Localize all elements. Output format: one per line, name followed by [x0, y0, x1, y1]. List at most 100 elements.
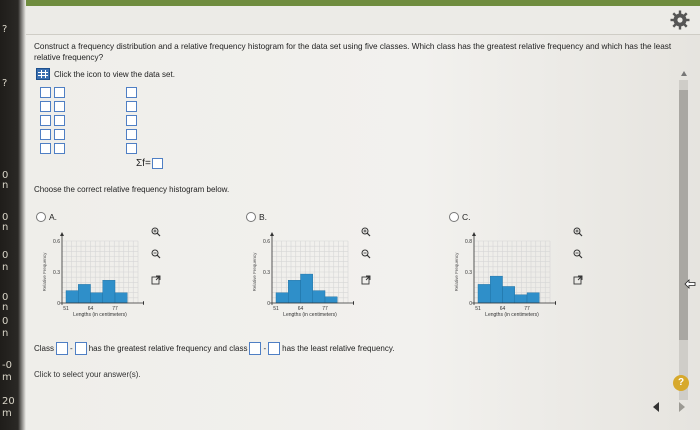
screen: ?? 0 n 0 n 0 n 0 n 0 n -0 m 20 m Construct a frequency…: [0, 0, 700, 430]
choose-prompt: Choose the correct relative frequency hi…: [34, 185, 230, 194]
mouse-cursor-icon: [684, 279, 696, 289]
click-to-select-hint: Click to select your answer(s).: [34, 370, 141, 379]
help-button[interactable]: ?: [673, 375, 689, 391]
option-b-radio[interactable]: [246, 212, 256, 222]
x-tick-label: 51: [475, 306, 481, 312]
option-c[interactable]: C.: [449, 212, 471, 222]
background-char: n: [2, 262, 9, 273]
answer-middle: has the greatest relative frequency and …: [88, 344, 248, 353]
sigma-input[interactable]: [151, 158, 163, 169]
answer-suffix: has the least relative frequency.: [282, 344, 395, 353]
upper-limit-input[interactable]: [54, 143, 65, 154]
upper-limit-input[interactable]: [54, 101, 65, 112]
frequency-input[interactable]: [126, 143, 137, 154]
histogram-bar: [288, 280, 301, 304]
prev-arrow-icon: [653, 402, 659, 412]
histogram-bar: [90, 292, 103, 304]
scroll-up-icon[interactable]: [680, 70, 688, 78]
option-a-radio[interactable]: [36, 212, 46, 222]
background-char: ?: [2, 24, 8, 35]
zoom-in-icon[interactable]: [151, 227, 161, 237]
histogram-bar: [477, 284, 491, 304]
scrollbar-thumb[interactable]: [679, 90, 688, 340]
y-axis-arrow-icon: [472, 232, 476, 236]
histogram-bar: [275, 292, 289, 304]
y-axis-arrow-icon: [270, 232, 274, 236]
external-link-icon[interactable]: [361, 275, 371, 285]
background-char: ?: [2, 78, 8, 89]
question-text: Construct a frequency distribution and a…: [34, 42, 672, 62]
frequency-input[interactable]: [126, 129, 137, 140]
x-axis-label: Lengths (in centimeters): [73, 312, 127, 318]
upper-limit-input[interactable]: [54, 129, 65, 140]
background-char: m: [2, 372, 12, 383]
question-panel: Construct a frequency distribution and a…: [26, 35, 676, 430]
zoom-out-icon[interactable]: [151, 249, 161, 259]
sigma-row: Σf=: [136, 158, 163, 169]
x-tick-label: 51: [63, 306, 69, 312]
histogram-bar: [78, 284, 91, 304]
background-char: m: [2, 408, 12, 419]
dataset-link[interactable]: Click the icon to view the data set.: [54, 70, 175, 79]
answer-row: Class - has the greatest relative freque…: [34, 342, 395, 355]
greatest-class-upper-input[interactable]: [74, 342, 87, 355]
histogram-b: 0.60.3051 64 77Lengths (in centimeters)Rel…: [252, 232, 354, 318]
data-table-icon[interactable]: [36, 68, 50, 80]
nav-arrows: [653, 402, 685, 412]
lower-limit-input[interactable]: [40, 115, 51, 126]
y-axis-arrow-icon: [60, 232, 64, 236]
frequency-input[interactable]: [126, 101, 137, 112]
histogram-bar: [300, 273, 313, 304]
x-axis-arrow-icon: [555, 301, 556, 305]
dataset-row[interactable]: Click the icon to view the data set.: [36, 68, 175, 80]
y-axis-label: Relative Frequency: [42, 252, 47, 292]
lower-limit-input[interactable]: [40, 143, 51, 154]
lower-limit-input[interactable]: [40, 87, 51, 98]
histogram-bar: [526, 292, 540, 304]
frequency-input[interactable]: [126, 115, 137, 126]
external-link-icon[interactable]: [151, 275, 161, 285]
background-char: 0: [2, 316, 9, 327]
y-tick-label: 0.3: [53, 270, 60, 276]
zoom-out-icon[interactable]: [573, 249, 583, 259]
background-char: n: [2, 328, 9, 339]
histogram-bar: [324, 296, 338, 304]
background-char: 20: [2, 396, 15, 407]
external-link-icon[interactable]: [573, 275, 583, 285]
upper-limit-input[interactable]: [54, 115, 65, 126]
option-b[interactable]: B.: [246, 212, 267, 222]
zoom-in-icon[interactable]: [361, 227, 371, 237]
background-char: n: [2, 302, 9, 313]
least-class-upper-input[interactable]: [268, 342, 281, 355]
lower-limit-input[interactable]: [40, 101, 51, 112]
option-c-radio[interactable]: [449, 212, 459, 222]
option-a-label: A.: [49, 212, 58, 222]
option-b-label: B.: [259, 212, 268, 222]
frequency-inputs: [126, 87, 138, 157]
zoom-out-icon[interactable]: [361, 249, 371, 259]
histogram-bar: [65, 290, 79, 304]
zoom-in-icon[interactable]: [573, 227, 583, 237]
background-char: n: [2, 222, 9, 233]
frequency-input[interactable]: [126, 87, 137, 98]
lower-limit-input[interactable]: [40, 129, 51, 140]
upper-limit-input[interactable]: [54, 87, 65, 98]
histogram-c: 0.80.3051 64 77Lengths (in centimeters)Rel…: [454, 232, 556, 318]
y-tick-label: 0.8: [465, 239, 472, 245]
histogram-bar: [102, 280, 116, 304]
option-a[interactable]: A.: [36, 212, 57, 222]
background-char: -0: [2, 360, 12, 371]
y-axis-label: Relative Frequency: [252, 252, 257, 292]
y-tick-label: 0.6: [53, 239, 60, 245]
x-axis-label: Lengths (in centimeters): [283, 312, 337, 318]
greatest-class-lower-input[interactable]: [56, 342, 69, 355]
x-tick-label: 51: [273, 306, 279, 312]
histogram-bar: [312, 290, 326, 304]
histogram-bar: [114, 292, 128, 304]
toolbar: [26, 6, 700, 35]
option-c-label: C.: [462, 212, 471, 222]
gear-icon[interactable]: [670, 10, 690, 30]
least-class-lower-input[interactable]: [249, 342, 262, 355]
vertical-scrollbar[interactable]: [679, 80, 688, 400]
y-tick-label: 0.3: [465, 270, 472, 276]
